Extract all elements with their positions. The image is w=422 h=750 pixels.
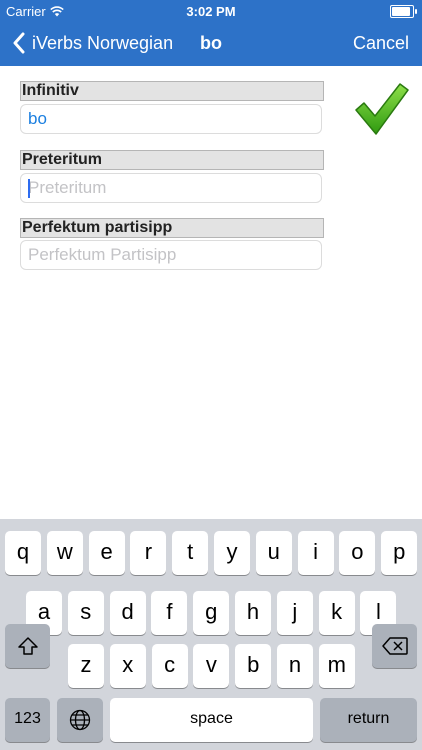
back-button[interactable]: iVerbs Norwegian <box>12 32 173 54</box>
key-t[interactable]: t <box>172 531 209 575</box>
preterite-field[interactable]: Preteritum <box>20 173 322 203</box>
key-j[interactable]: j <box>276 591 313 635</box>
shift-icon <box>17 637 38 655</box>
key-d[interactable]: d <box>109 591 146 635</box>
return-key[interactable]: return <box>320 698 417 742</box>
key-s[interactable]: s <box>67 591 104 635</box>
key-c[interactable]: c <box>151 644 188 688</box>
key-g[interactable]: g <box>193 591 230 635</box>
key-x[interactable]: x <box>109 644 146 688</box>
key-e[interactable]: e <box>88 531 125 575</box>
text-cursor <box>28 179 30 198</box>
key-h[interactable]: h <box>235 591 271 635</box>
key-u[interactable]: u <box>255 531 292 575</box>
preterite-label: Preteritum <box>20 150 324 170</box>
key-o[interactable]: o <box>339 531 376 575</box>
key-p[interactable]: p <box>381 531 418 575</box>
navigation-bar: iVerbs Norwegian bo Cancel <box>0 22 422 66</box>
space-key[interactable]: space <box>110 698 313 742</box>
shift-key[interactable] <box>5 624 50 668</box>
battery-icon <box>390 5 417 18</box>
key-w[interactable]: w <box>46 531 83 575</box>
infinitive-field[interactable]: bo <box>20 104 322 134</box>
key-i[interactable]: i <box>297 531 334 575</box>
numbers-key[interactable]: 123 <box>5 698 50 742</box>
key-y[interactable]: y <box>214 531 250 575</box>
globe-key[interactable] <box>57 698 103 742</box>
key-k[interactable]: k <box>318 591 355 635</box>
preterite-placeholder: Preteritum <box>28 178 107 197</box>
key-n[interactable]: n <box>277 644 313 688</box>
globe-icon <box>69 709 91 731</box>
cancel-button[interactable]: Cancel <box>353 33 409 54</box>
key-f[interactable]: f <box>151 591 188 635</box>
status-bar: Carrier 3:02 PM <box>0 0 422 22</box>
key-m[interactable]: m <box>318 644 355 688</box>
clock: 3:02 PM <box>186 4 236 19</box>
backspace-key[interactable] <box>372 624 417 668</box>
key-z[interactable]: z <box>68 644 104 688</box>
perfect-participle-field[interactable]: Perfektum Partisipp <box>20 240 322 270</box>
backspace-icon <box>381 637 408 655</box>
checkmark-icon[interactable] <box>352 80 410 138</box>
keyboard: qwertyuiop asdfghjkl zxcvbnm 123 space r… <box>0 519 422 750</box>
infinitive-label: Infinitiv <box>20 81 324 101</box>
back-label: iVerbs Norwegian <box>32 32 174 53</box>
perfect-participle-label: Perfektum partisipp <box>20 218 324 238</box>
key-r[interactable]: r <box>130 531 167 575</box>
key-b[interactable]: b <box>235 644 272 688</box>
key-v[interactable]: v <box>193 644 230 688</box>
chevron-left-icon <box>13 32 25 54</box>
key-q[interactable]: q <box>5 531 41 575</box>
page-title: bo <box>200 33 222 53</box>
